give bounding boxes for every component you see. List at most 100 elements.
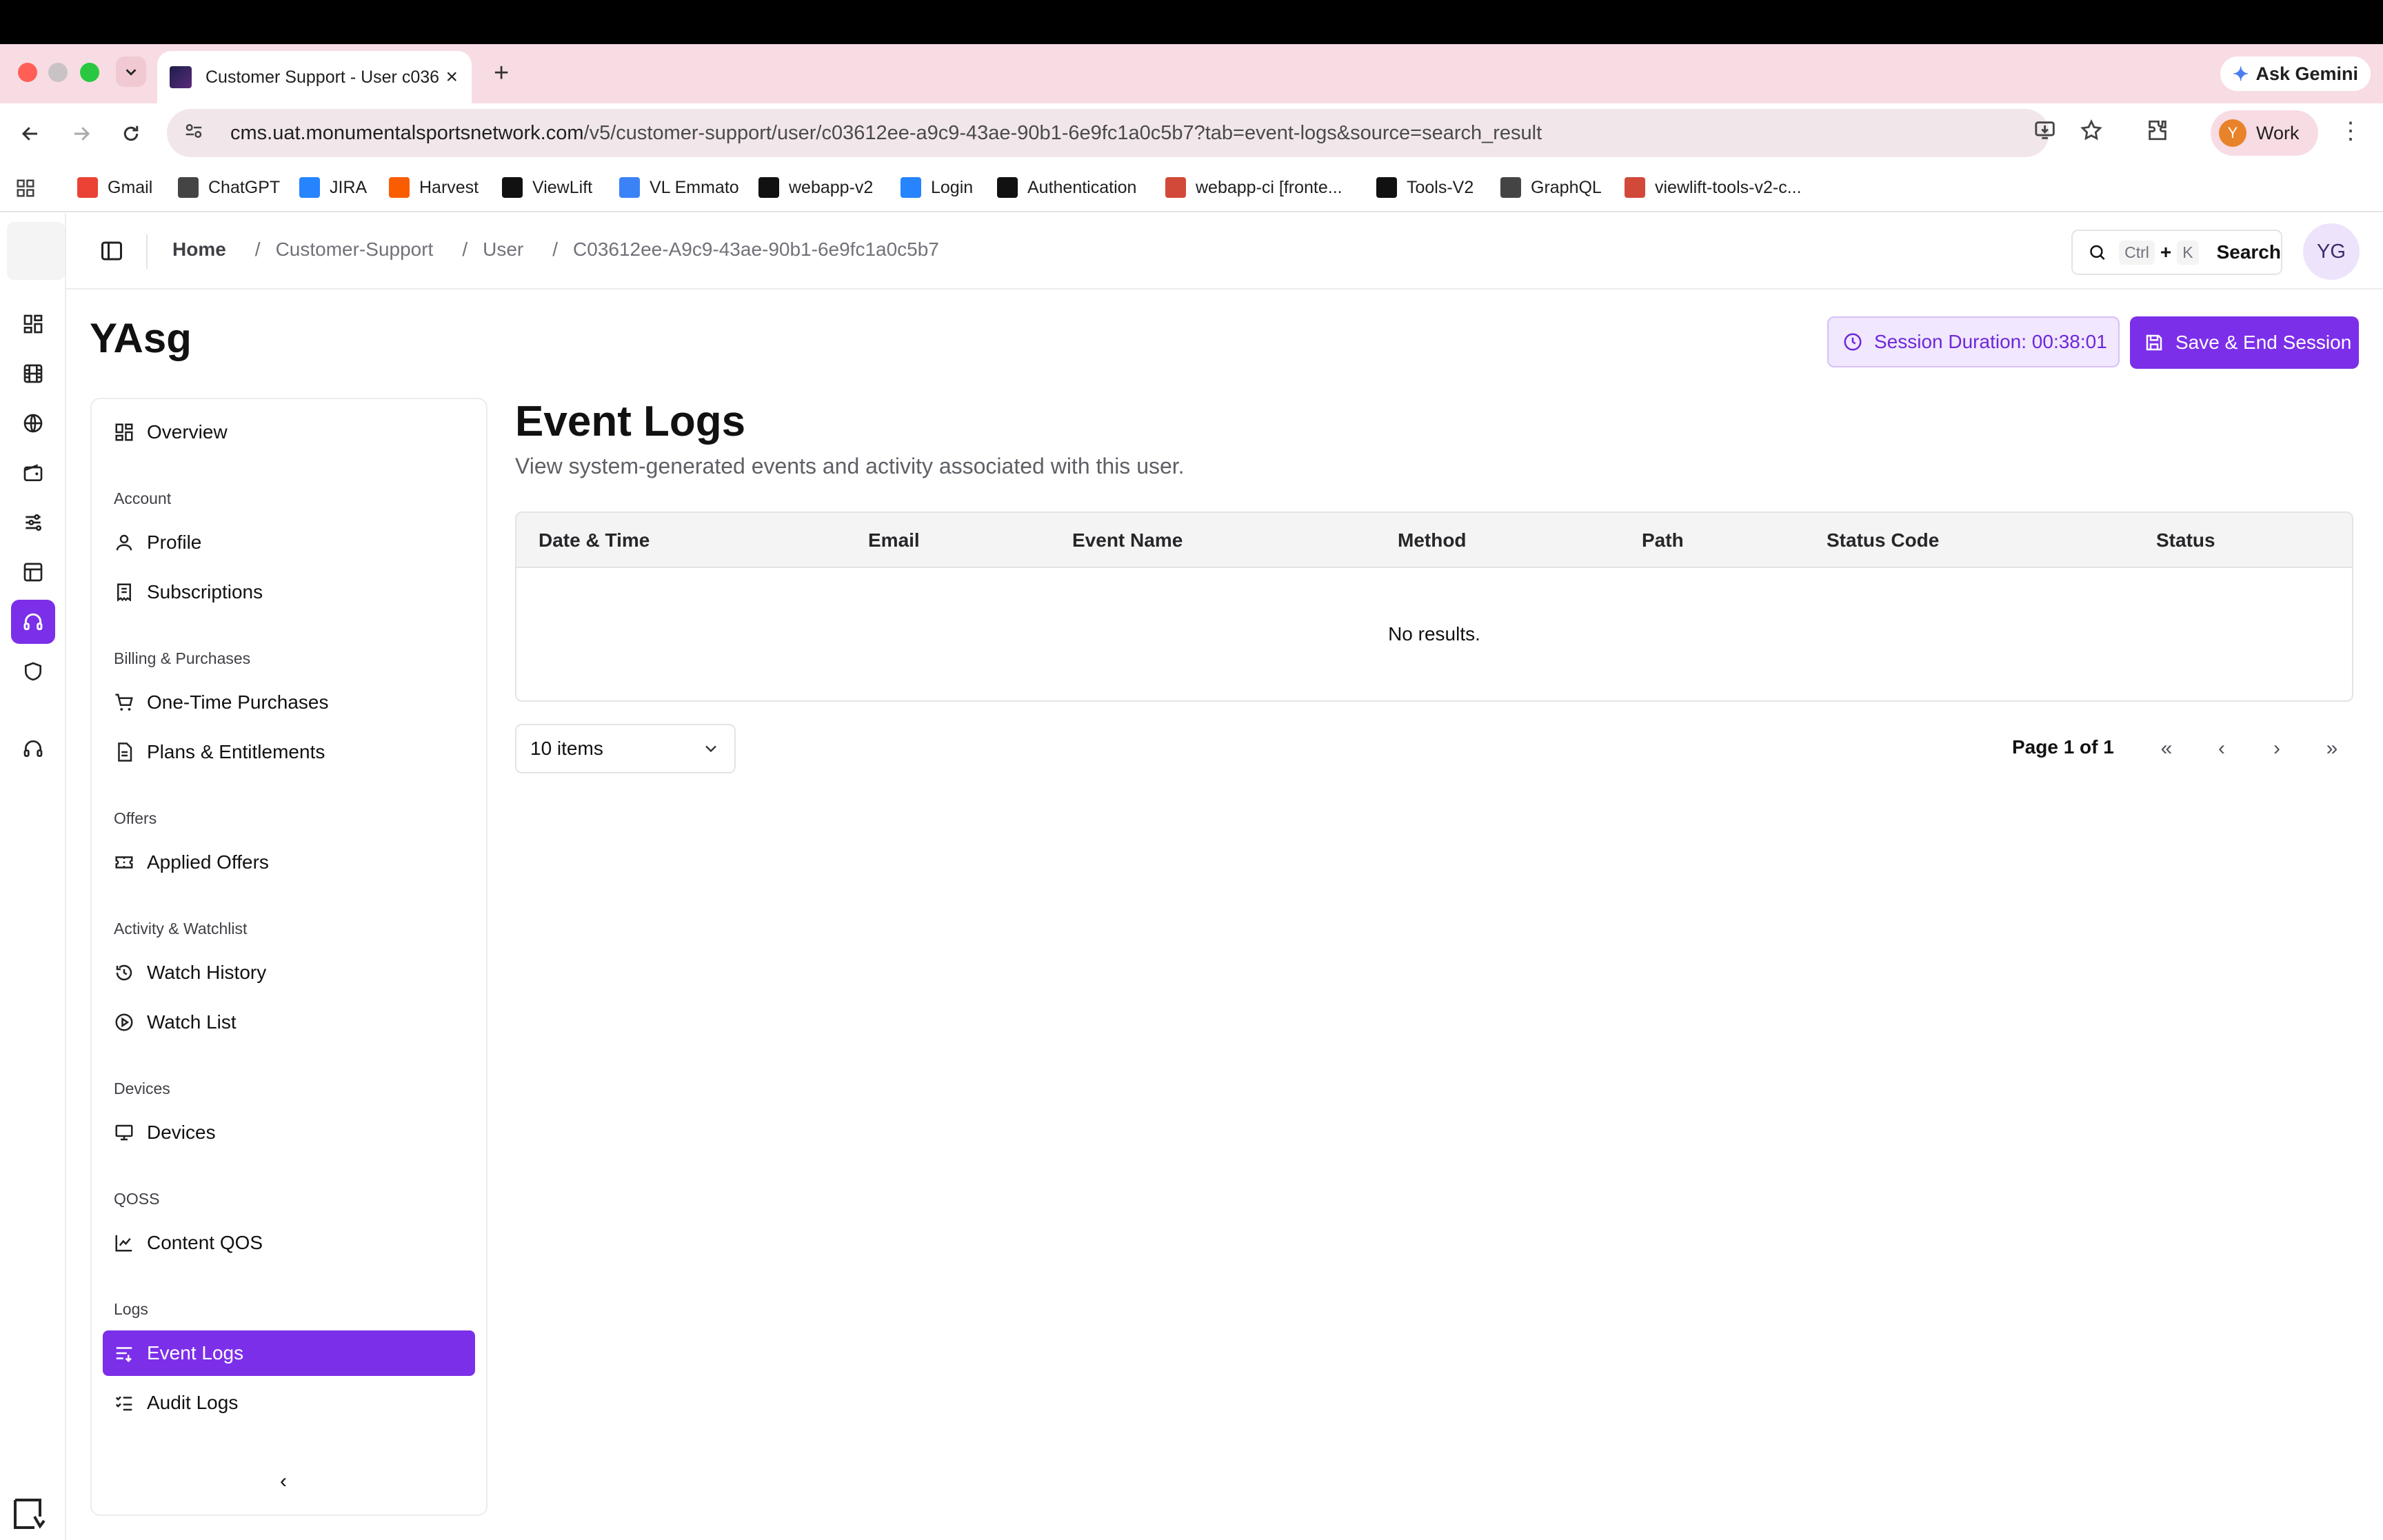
login-icon	[901, 177, 921, 198]
nav-item-watch-list[interactable]: Watch List	[103, 1000, 475, 1045]
breadcrumb-home[interactable]: Home	[172, 239, 226, 261]
bookmark-star-icon[interactable]	[2080, 119, 2103, 148]
bookmark-item[interactable]: GraphQL	[1500, 174, 1602, 201]
extensions-icon[interactable]	[2146, 119, 2169, 148]
sidebar-toggle-icon[interactable]	[99, 239, 124, 263]
ask-gemini-button[interactable]: ✦ Ask Gemini	[2220, 57, 2371, 91]
back-icon[interactable]	[15, 119, 46, 149]
forward-icon[interactable]	[66, 119, 97, 149]
new-tab-icon[interactable]: +	[494, 59, 509, 87]
first-page-button[interactable]: «	[2153, 735, 2180, 762]
column-method[interactable]: Method	[1398, 529, 1467, 551]
bookmark-item[interactable]: webapp-v2	[758, 174, 873, 201]
reload-icon[interactable]	[116, 119, 146, 149]
nav-item-event-logs[interactable]: Event Logs	[103, 1330, 475, 1376]
global-search-button[interactable]: Ctrl + K Search	[2071, 230, 2282, 275]
rail-support-icon[interactable]	[11, 727, 55, 771]
breadcrumb-user[interactable]: User	[483, 239, 523, 261]
nav-item-watch-history[interactable]: Watch History	[103, 950, 475, 995]
bookmark-item[interactable]: Gmail	[77, 174, 152, 201]
bookmark-item[interactable]: Harvest	[389, 174, 479, 201]
event-logs-table: Date & Time Email Event Name Method Path…	[515, 511, 2353, 702]
column-status-code[interactable]: Status Code	[1827, 529, 1939, 551]
bookmark-item[interactable]: viewlift-tools-v2-c...	[1625, 174, 1802, 201]
breadcrumb: Home / Customer-Support / User / C03612e…	[172, 239, 939, 261]
search-label: Search	[2216, 241, 2281, 263]
nav-label: Overview	[147, 421, 228, 443]
bookmark-item[interactable]: JIRA	[299, 174, 367, 201]
bookmark-item[interactable]: ChatGPT	[178, 174, 280, 201]
column-status[interactable]: Status	[2156, 529, 2215, 551]
column-event-name[interactable]: Event Name	[1072, 529, 1183, 551]
nav-label: Devices	[147, 1122, 216, 1143]
next-page-button[interactable]: ›	[2263, 735, 2291, 762]
last-page-button[interactable]: »	[2318, 735, 2346, 762]
close-tab-icon[interactable]: ×	[445, 65, 458, 90]
rail-film-icon[interactable]	[11, 352, 55, 396]
bookmark-item[interactable]: Authentication	[997, 174, 1136, 201]
tab-search-button[interactable]	[116, 57, 146, 87]
rail-wallet-icon[interactable]	[11, 451, 55, 495]
close-window-button[interactable]	[18, 63, 37, 82]
nav-item-applied-offers[interactable]: Applied Offers	[103, 840, 475, 885]
bookmark-label: webapp-v2	[789, 177, 874, 197]
bookmark-label: Gmail	[108, 177, 153, 197]
previous-page-button[interactable]: ‹	[2208, 735, 2235, 762]
nav-item-audit-logs[interactable]: Audit Logs	[103, 1380, 475, 1426]
search-icon	[2090, 245, 2105, 261]
gmail-icon	[77, 177, 98, 198]
nav-label: Plans & Entitlements	[147, 741, 325, 762]
rail-dashboard-icon[interactable]	[11, 302, 55, 346]
receipt-icon	[117, 583, 131, 602]
nav-item-one-time-purchases[interactable]: One-Time Purchases	[103, 680, 475, 725]
browser-tab-active[interactable]: Customer Support - User c03612ee ×	[157, 51, 472, 103]
minimize-window-button[interactable]	[48, 63, 68, 82]
auth-icon	[997, 177, 1018, 198]
nav-item-plans[interactable]: Plans & Entitlements	[103, 729, 475, 775]
rail-globe-icon[interactable]	[11, 401, 55, 445]
column-email[interactable]: Email	[868, 529, 920, 551]
github-icon	[502, 177, 523, 198]
bookmark-item[interactable]: Tools-V2	[1376, 174, 1474, 201]
page-size-select[interactable]: 10 items	[515, 724, 736, 773]
install-app-icon[interactable]	[2034, 119, 2058, 148]
page-size-value: 10 items	[530, 738, 603, 759]
user-avatar[interactable]: YG	[2303, 223, 2360, 280]
nav-item-subscriptions[interactable]: Subscriptions	[103, 569, 475, 615]
bookmark-item[interactable]: Login	[901, 174, 973, 201]
rail-headset-icon[interactable]	[11, 600, 55, 644]
chatgpt-icon	[178, 177, 199, 198]
bookmark-item[interactable]: ViewLift	[502, 174, 592, 201]
address-bar[interactable]: cms.uat.monumentalsportsnetwork.com/v5/c…	[167, 109, 2049, 157]
column-date-time[interactable]: Date & Time	[539, 529, 650, 551]
nav-item-content-qos[interactable]: Content QOS	[103, 1220, 475, 1266]
apps-grid-icon[interactable]	[15, 178, 36, 199]
shortcut-key-k: K	[2177, 240, 2199, 265]
rail-sliders-icon[interactable]	[11, 500, 55, 545]
nav-item-devices[interactable]: Devices	[103, 1110, 475, 1155]
history-icon	[116, 964, 132, 981]
bookmark-item[interactable]: VL Emmato	[619, 174, 739, 201]
gemini-spark-icon: ✦	[2233, 63, 2249, 85]
nav-group-activity: Activity & Watchlist	[114, 920, 248, 938]
breadcrumb-separator: /	[552, 239, 559, 260]
browser-menu-icon[interactable]: ⋮	[2339, 117, 2362, 145]
maximize-window-button[interactable]	[80, 63, 99, 82]
column-path[interactable]: Path	[1642, 529, 1684, 551]
collapse-nav-icon[interactable]: ‹	[280, 1470, 287, 1493]
list-checks-icon	[115, 1396, 132, 1411]
breadcrumb-customer-support[interactable]: Customer-Support	[276, 239, 434, 261]
screen-top-bar	[0, 0, 2383, 44]
screenshot-tool-icon[interactable]	[12, 1497, 48, 1530]
nav-label: Event Logs	[147, 1342, 244, 1364]
bookmark-item[interactable]: webapp-ci [fronte...	[1165, 174, 1343, 201]
site-info-icon[interactable]	[183, 121, 211, 146]
browser-profile-button[interactable]: Y Work	[2211, 110, 2318, 156]
chevron-down-icon	[705, 745, 716, 753]
bookmark-label: webapp-ci [fronte...	[1196, 177, 1343, 197]
nav-item-overview[interactable]: Overview	[103, 409, 475, 455]
save-end-session-button[interactable]: Save & End Session	[2130, 316, 2359, 369]
rail-shield-icon[interactable]	[11, 649, 55, 693]
nav-item-profile[interactable]: Profile	[103, 520, 475, 565]
rail-layout-icon[interactable]	[11, 550, 55, 594]
